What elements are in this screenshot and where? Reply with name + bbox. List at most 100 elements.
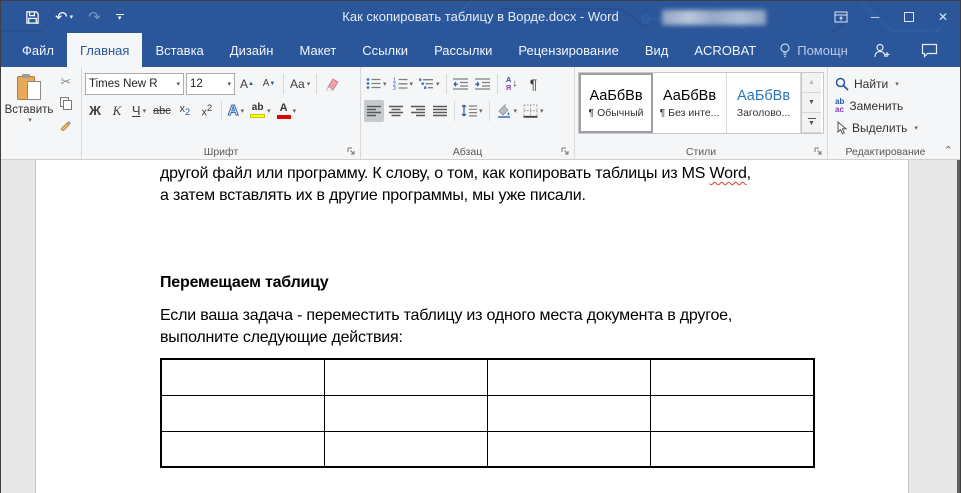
tab-file[interactable]: Файл bbox=[9, 33, 67, 67]
comments-icon[interactable] bbox=[921, 43, 938, 58]
table-cell[interactable] bbox=[324, 431, 487, 467]
change-case-button[interactable]: Aa▾ bbox=[288, 73, 312, 95]
table-cell[interactable] bbox=[651, 359, 814, 395]
tab-acrobat[interactable]: ACROBAT bbox=[681, 33, 769, 67]
maximize-button[interactable] bbox=[892, 1, 926, 33]
undo-button[interactable]: ↶ ▾ bbox=[55, 10, 73, 25]
font-size-value: 12 bbox=[190, 78, 203, 90]
select-button[interactable]: Выделить ▾ bbox=[835, 118, 918, 138]
superscript-button[interactable]: x2 bbox=[197, 100, 217, 122]
paragraph-dialog-launcher[interactable] bbox=[560, 146, 571, 157]
tab-view[interactable]: Вид bbox=[632, 33, 682, 67]
svg-text:3: 3 bbox=[393, 86, 396, 90]
find-button[interactable]: Найти ▾ bbox=[835, 74, 918, 94]
tab-design[interactable]: Дизайн bbox=[217, 33, 287, 67]
numbering-button[interactable]: 123 ▾ bbox=[391, 73, 416, 95]
style-normal[interactable]: АаБбВв ¶ Обычный bbox=[579, 73, 653, 133]
collapse-ribbon-button[interactable]: ⌃ bbox=[944, 144, 953, 157]
clear-formatting-button[interactable] bbox=[321, 73, 341, 95]
bullets-button[interactable]: ▾ bbox=[364, 73, 389, 95]
table-cell[interactable] bbox=[488, 431, 651, 467]
tab-insert[interactable]: Вставка bbox=[142, 33, 216, 67]
paragraph-1[interactable]: другой файл или программу. К слову, о то… bbox=[160, 163, 862, 206]
table-cell[interactable] bbox=[488, 395, 651, 431]
dropdown-arrow-icon: ▾ bbox=[383, 80, 387, 88]
font-group: Times New R ▾ 12 ▾ А▲ А▼ Aa▾ Ж К Ч bbox=[82, 67, 361, 159]
document-heading[interactable]: Перемещаем таблицу bbox=[160, 274, 862, 292]
strikethrough-button[interactable]: abc bbox=[151, 100, 173, 122]
align-left-button[interactable] bbox=[364, 100, 384, 122]
share-person-icon[interactable] bbox=[873, 43, 891, 58]
highlight-color-button[interactable]: ab ▾ bbox=[248, 100, 273, 122]
styles-scroll-down-button[interactable]: ▼ bbox=[802, 93, 821, 113]
underline-button[interactable]: Ч▾ bbox=[129, 100, 149, 122]
ribbon-display-options-button[interactable] bbox=[824, 1, 858, 33]
line-spacing-button[interactable]: ▾ bbox=[459, 100, 485, 122]
font-name-combobox[interactable]: Times New R ▾ bbox=[85, 73, 184, 95]
shrink-font-button[interactable]: А▼ bbox=[259, 73, 279, 95]
paste-button[interactable]: Вставить ▾ bbox=[4, 70, 54, 143]
show-paragraph-marks-button[interactable]: ¶ bbox=[524, 73, 544, 95]
styles-scroll-up-button[interactable]: ▲ bbox=[802, 73, 821, 93]
font-size-combobox[interactable]: 12 ▾ bbox=[186, 73, 235, 95]
dropdown-arrow-icon: ▾ bbox=[479, 107, 483, 115]
table-cell[interactable] bbox=[161, 359, 324, 395]
grow-font-button[interactable]: А▲ bbox=[237, 73, 257, 95]
align-center-button[interactable] bbox=[386, 100, 406, 122]
style-heading1[interactable]: АаБбВв Заголово... bbox=[727, 73, 801, 133]
table-cell[interactable] bbox=[161, 431, 324, 467]
replace-button[interactable]: abac Заменить bbox=[835, 96, 918, 116]
tab-mailings[interactable]: Рассылки bbox=[421, 33, 505, 67]
increase-indent-icon bbox=[475, 77, 490, 90]
tab-references[interactable]: Ссылки bbox=[349, 33, 421, 67]
styles-scrollbar: ▲ ▼ ▼ bbox=[801, 73, 821, 133]
font-dialog-launcher[interactable] bbox=[346, 146, 357, 157]
document-page[interactable]: другой файл или программу. К слову, о то… bbox=[35, 160, 909, 493]
tab-layout[interactable]: Макет bbox=[286, 33, 349, 67]
save-button[interactable] bbox=[25, 10, 40, 25]
dropdown-arrow-icon: ▾ bbox=[895, 80, 899, 88]
italic-button[interactable]: К bbox=[107, 100, 127, 122]
bold-icon: Ж bbox=[89, 103, 101, 118]
superscript-icon: x2 bbox=[201, 103, 212, 119]
table-cell[interactable] bbox=[651, 431, 814, 467]
paragraph-2[interactable]: Если ваша задача - переместить таблицу и… bbox=[160, 305, 862, 348]
copy-button[interactable] bbox=[54, 93, 78, 113]
tab-home[interactable]: Главная bbox=[67, 33, 142, 67]
table-cell[interactable] bbox=[324, 359, 487, 395]
customize-qat-button[interactable]: ▾ bbox=[116, 14, 124, 21]
redo-button[interactable]: ↷ bbox=[88, 10, 101, 25]
subscript-button[interactable]: x2 bbox=[175, 100, 195, 122]
table-cell[interactable] bbox=[161, 395, 324, 431]
shading-button[interactable]: ▾ bbox=[494, 100, 520, 122]
lightbulb-icon bbox=[779, 43, 791, 58]
numbering-icon: 123 bbox=[393, 77, 408, 90]
table-cell[interactable] bbox=[488, 359, 651, 395]
decrease-indent-button[interactable] bbox=[451, 73, 471, 95]
table-cell[interactable] bbox=[651, 395, 814, 431]
minimize-button[interactable]: ─ bbox=[858, 1, 892, 33]
tab-review[interactable]: Рецензирование bbox=[505, 33, 631, 67]
styles-more-button[interactable]: ▼ bbox=[802, 113, 821, 133]
format-painter-button[interactable] bbox=[54, 114, 78, 134]
dropdown-arrow-icon: ▾ bbox=[118, 16, 122, 21]
align-right-button[interactable] bbox=[408, 100, 428, 122]
copy-icon bbox=[60, 97, 72, 110]
text-effects-button[interactable]: А▾ bbox=[226, 100, 246, 122]
bold-button[interactable]: Ж bbox=[85, 100, 105, 122]
font-color-button[interactable]: А ▾ bbox=[275, 100, 299, 122]
cut-button[interactable]: ✂ bbox=[54, 72, 78, 92]
increase-indent-button[interactable] bbox=[473, 73, 493, 95]
close-button[interactable]: ✕ bbox=[926, 1, 960, 33]
multilevel-list-button[interactable]: ▾ bbox=[417, 73, 442, 95]
style-no-spacing[interactable]: АаБбВв ¶ Без инте... bbox=[653, 73, 727, 133]
table-cell[interactable] bbox=[324, 395, 487, 431]
justify-button[interactable] bbox=[430, 100, 450, 122]
styles-dialog-launcher[interactable] bbox=[813, 146, 824, 157]
tell-me-label: Помощн bbox=[797, 43, 848, 58]
borders-button[interactable]: ▾ bbox=[521, 100, 546, 122]
tell-me-box[interactable]: Помощн bbox=[769, 33, 858, 67]
misspelled-word[interactable]: Word bbox=[710, 165, 747, 182]
paste-label: Вставить bbox=[5, 104, 54, 116]
sort-button[interactable]: АЯ ↓ bbox=[502, 73, 522, 95]
